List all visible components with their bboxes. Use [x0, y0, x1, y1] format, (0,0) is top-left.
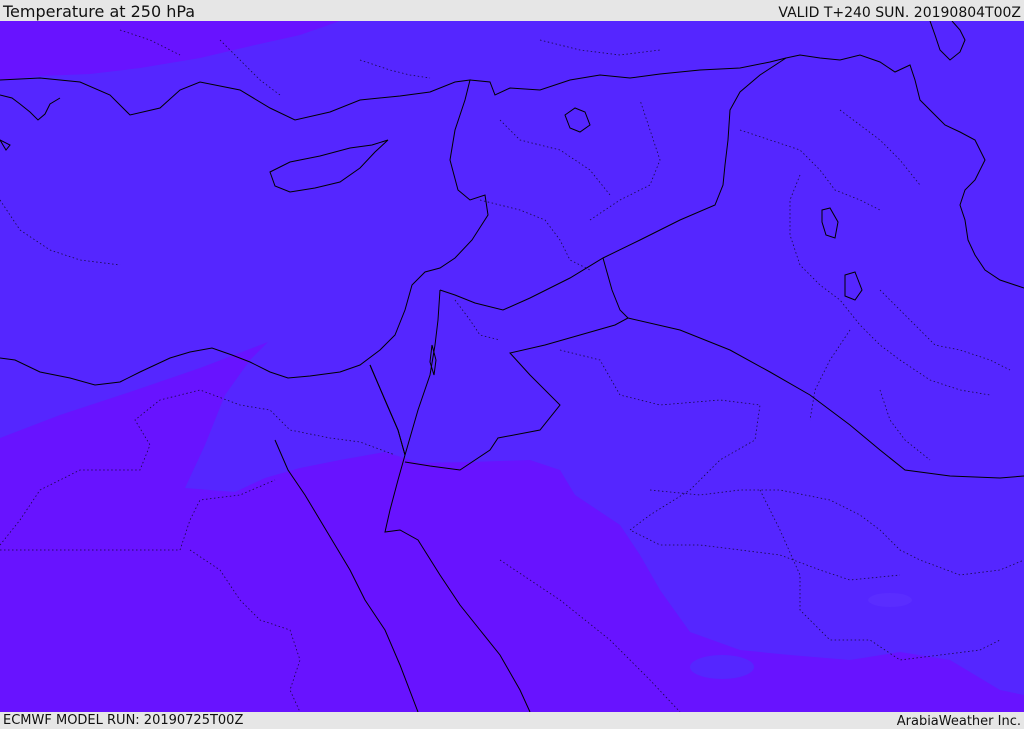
temperature-map — [0, 21, 1024, 712]
warm-pocket-east — [868, 593, 912, 607]
map-title: Temperature at 250 hPa — [3, 2, 196, 21]
credit-label: ArabiaWeather Inc. — [896, 714, 1021, 729]
warm-pocket-south — [690, 655, 754, 679]
header-bar: Temperature at 250 hPa VALID T+240 SUN. … — [0, 0, 1024, 21]
weather-map-frame: Temperature at 250 hPa VALID T+240 SUN. … — [0, 0, 1024, 729]
model-run-label: ECMWF MODEL RUN: 20190725T00Z — [3, 713, 244, 728]
footer-bar: ECMWF MODEL RUN: 20190725T00Z ArabiaWeat… — [0, 712, 1024, 729]
valid-time-label: VALID T+240 SUN. 20190804T00Z — [778, 5, 1021, 21]
